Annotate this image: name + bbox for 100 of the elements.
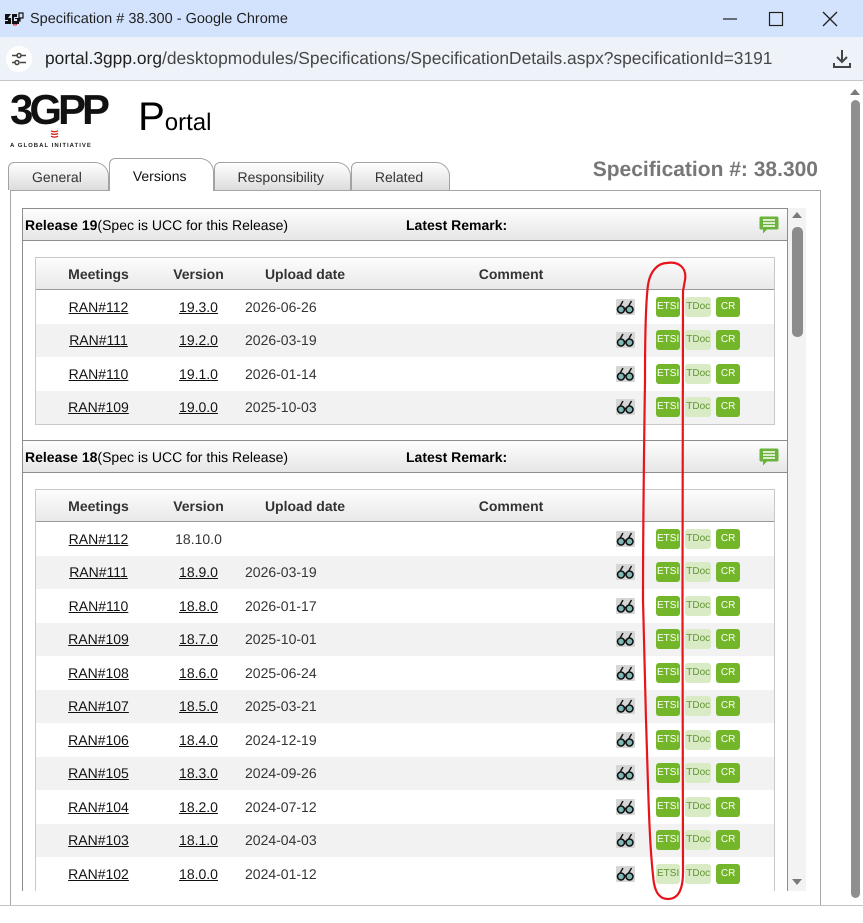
column-header: Upload date [264, 266, 346, 282]
logo-wordmark[interactable]: 3GPP [10, 90, 106, 130]
meeting-link[interactable]: RAN#104 [68, 798, 129, 815]
version-link[interactable]: 18.7.0 [179, 631, 218, 648]
meeting-link[interactable]: RAN#112 [68, 530, 128, 547]
action-button[interactable]: CR [716, 397, 740, 418]
meeting-link[interactable]: RAN#110 [68, 598, 128, 614]
remark-label: Latest Remark: [406, 448, 508, 464]
glasses-icon[interactable] [616, 698, 635, 714]
action-button[interactable]: ETSI [656, 397, 680, 418]
version-link[interactable]: 18.5.0 [179, 698, 218, 714]
version-link[interactable]: 18.2.0 [179, 798, 218, 815]
meeting-link[interactable]: RAN#109 [68, 399, 129, 416]
action-button[interactable]: CR [716, 830, 740, 850]
action-button[interactable]: CR [716, 763, 740, 784]
version-link[interactable]: 19.0.0 [179, 399, 218, 416]
spec-number: Specification #: 38.300 [592, 158, 818, 182]
meeting-link[interactable]: RAN#111 [69, 332, 128, 348]
scrollbar-track[interactable] [788, 208, 806, 891]
action-button[interactable]: ETSI [656, 528, 680, 549]
glasses-icon[interactable] [616, 564, 635, 580]
action-button[interactable]: CR [716, 364, 740, 384]
window-title: Specification # 38.300 - Google Chrome [30, 10, 288, 26]
glasses-icon[interactable] [616, 732, 635, 748]
comment-icon[interactable] [759, 448, 779, 466]
action-button[interactable]: ETSI [656, 796, 680, 817]
site-settings-icon[interactable] [6, 46, 32, 72]
action-button[interactable]: CR [716, 596, 740, 616]
scrollbar-thumb[interactable] [850, 100, 860, 898]
meeting-link[interactable]: RAN#106 [68, 732, 129, 748]
glasses-icon[interactable] [616, 765, 635, 782]
version-link[interactable]: 18.4.0 [179, 732, 218, 748]
action-button[interactable]: ETSI [656, 330, 680, 350]
meeting-link[interactable]: RAN#110 [68, 366, 128, 382]
glasses-icon[interactable] [616, 598, 635, 614]
tab[interactable]: Versions [108, 158, 214, 191]
glasses-icon[interactable] [616, 866, 635, 882]
glasses-icon[interactable] [616, 530, 635, 547]
action-button[interactable]: ETSI [656, 830, 680, 850]
action-button[interactable]: CR [716, 296, 740, 317]
waves-icon [50, 129, 59, 138]
version-link[interactable]: 18.8.0 [179, 598, 218, 614]
version-link[interactable]: 18.3.0 [179, 765, 218, 782]
meeting-link[interactable]: RAN#107 [68, 698, 129, 714]
glasses-icon[interactable] [616, 332, 635, 348]
version-link[interactable]: 18.1.0 [179, 832, 218, 848]
meeting-link[interactable]: RAN#109 [68, 631, 129, 648]
meeting-link[interactable]: RAN#105 [68, 765, 129, 782]
scroll-down-icon[interactable] [792, 879, 802, 885]
action-button[interactable]: CR [716, 330, 740, 350]
action-button[interactable]: CR [716, 629, 740, 650]
scroll-up-icon[interactable] [792, 212, 802, 218]
version-link[interactable]: 18.0.0 [179, 866, 218, 882]
glasses-icon[interactable] [616, 664, 635, 681]
action-button[interactable]: ETSI [656, 763, 680, 784]
tab[interactable]: Related [350, 162, 450, 190]
action-button[interactable]: ETSI [656, 562, 680, 582]
version-link[interactable]: 19.3.0 [179, 298, 218, 315]
upload-date: 2024-07-12 [244, 798, 318, 815]
action-button[interactable]: ETSI [656, 596, 680, 616]
glasses-icon[interactable] [616, 631, 635, 648]
meeting-link[interactable]: RAN#103 [68, 832, 129, 848]
action-button[interactable]: CR [716, 796, 740, 817]
close-icon[interactable] [822, 10, 838, 26]
action-button[interactable]: CR [716, 696, 740, 716]
action-button[interactable]: CR [716, 662, 740, 683]
maximize-icon[interactable] [768, 10, 784, 26]
action-button[interactable]: CR [716, 562, 740, 582]
upload-date: 2025-06-24 [244, 664, 318, 681]
glasses-icon[interactable] [616, 298, 635, 315]
glasses-icon[interactable] [616, 798, 635, 815]
meeting-link[interactable]: RAN#108 [68, 664, 129, 681]
action-button[interactable]: CR [716, 730, 740, 750]
download-icon[interactable] [832, 48, 852, 68]
action-button[interactable]: ETSI [656, 696, 680, 716]
version-link[interactable]: 18.9.0 [179, 564, 218, 580]
tab[interactable]: Responsibility [214, 162, 351, 190]
version-link[interactable]: 19.2.0 [179, 332, 218, 348]
meeting-link[interactable]: RAN#102 [68, 866, 129, 882]
version-link[interactable]: 19.1.0 [179, 366, 218, 382]
scroll-up-icon[interactable] [850, 89, 860, 95]
upload-date: 2024-04-03 [244, 832, 318, 848]
meeting-link[interactable]: RAN#111 [69, 564, 128, 580]
comment-icon[interactable] [759, 216, 779, 234]
action-button[interactable]: ETSI [656, 629, 680, 650]
scrollbar-thumb[interactable] [792, 227, 802, 337]
action-button[interactable]: ETSI [656, 364, 680, 384]
glasses-icon[interactable] [616, 832, 635, 848]
glasses-icon[interactable] [616, 366, 635, 382]
action-button[interactable]: ETSI [656, 730, 680, 750]
meeting-link[interactable]: RAN#112 [68, 298, 128, 315]
action-button[interactable]: ETSI [656, 662, 680, 683]
glasses-icon[interactable] [616, 399, 635, 416]
action-button[interactable]: ETSI [656, 296, 680, 317]
version-link[interactable]: 18.6.0 [179, 664, 218, 681]
upload-date: 2025-10-03 [244, 399, 318, 416]
tab[interactable]: General [8, 162, 109, 190]
upload-date: 2026-01-17 [244, 598, 318, 614]
action-button[interactable]: CR [716, 864, 740, 884]
action-button[interactable]: CR [716, 528, 740, 549]
